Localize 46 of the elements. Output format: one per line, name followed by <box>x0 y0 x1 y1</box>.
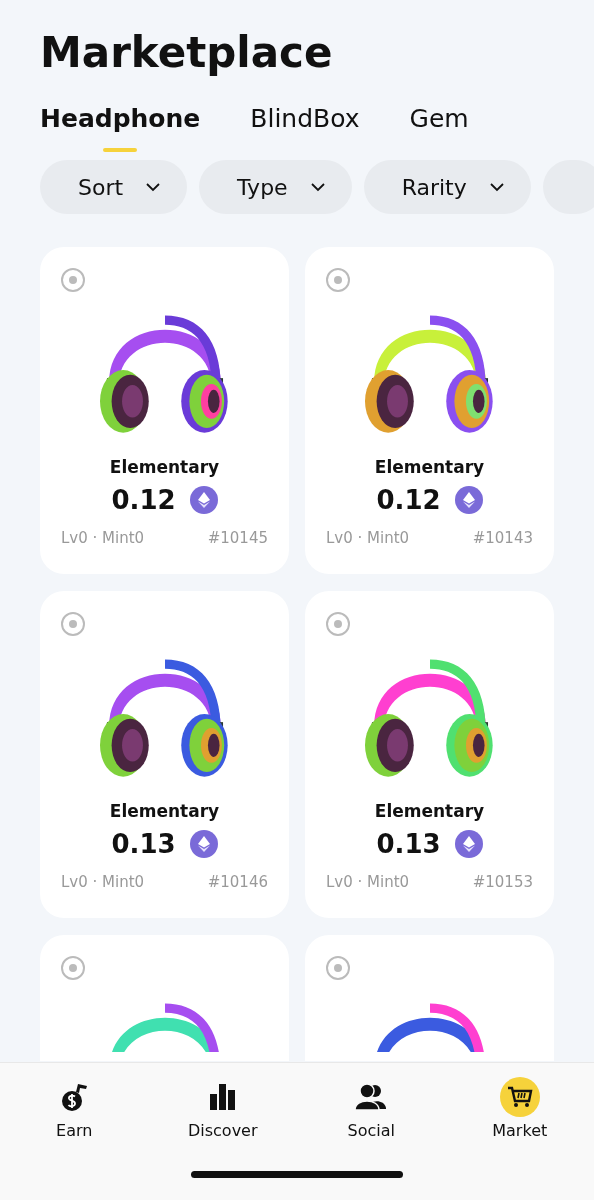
radio-icon[interactable] <box>61 612 85 636</box>
item-level: Lv0 · Mint0 <box>61 529 145 547</box>
radio-icon[interactable] <box>326 956 350 980</box>
item-number: #10143 <box>472 529 533 547</box>
radio-icon[interactable] <box>326 268 350 292</box>
coin-icon <box>189 830 218 858</box>
tab[interactable]: Headphone <box>40 100 201 152</box>
filter-dropdown[interactable]: Type <box>199 160 352 214</box>
tab[interactable]: Gem <box>409 100 469 152</box>
product-card[interactable]: Elementary 0.12 Lv0 · Mint0 #10145 <box>40 247 289 574</box>
product-card[interactable]: Elementary 0.12 Lv0 · Mint0 #10143 <box>305 247 554 574</box>
nav-tab[interactable]: Social <box>297 1077 446 1150</box>
product-card[interactable] <box>305 935 554 1061</box>
coin-icon <box>454 486 483 514</box>
chevron-down-icon <box>488 182 505 192</box>
nav-tab[interactable]: Market <box>445 1077 594 1150</box>
item-number: #10145 <box>207 529 268 547</box>
chevron-down-icon <box>145 182 162 192</box>
item-price: 0.12 <box>376 485 441 515</box>
page-title: Marketplace <box>40 28 333 78</box>
item-name: Elementary <box>109 801 220 821</box>
filter-dropdown[interactable]: Rarity <box>363 160 531 214</box>
item-number: #10146 <box>207 873 268 891</box>
item-price: 0.13 <box>376 829 441 859</box>
product-card[interactable]: Elementary 0.13 Lv0 · Mint0 #10153 <box>305 591 554 918</box>
tab[interactable]: BlindBox <box>250 100 360 152</box>
nav-tab[interactable]: Discover <box>148 1077 297 1150</box>
coin-icon <box>189 486 218 514</box>
item-level: Lv0 · Mint0 <box>326 529 410 547</box>
chevron-down-icon <box>309 182 326 192</box>
nav-tab[interactable]: Earn <box>0 1077 149 1150</box>
item-name: Elementary <box>374 457 485 477</box>
product-card[interactable]: Elementary 0.13 Lv0 · Mint0 #10146 <box>40 591 289 918</box>
coin-icon <box>454 830 483 858</box>
item-name: Elementary <box>109 457 220 477</box>
item-price: 0.13 <box>111 829 176 859</box>
item-level: Lv0 · Mint0 <box>326 873 410 891</box>
radio-icon[interactable] <box>61 956 85 980</box>
radio-icon[interactable] <box>61 268 85 292</box>
filter-dropdown[interactable]: Sort <box>40 160 188 214</box>
item-price: 0.12 <box>111 485 176 515</box>
item-name: Elementary <box>374 801 485 821</box>
item-level: Lv0 · Mint0 <box>61 873 145 891</box>
radio-icon[interactable] <box>326 612 350 636</box>
product-card[interactable] <box>40 935 289 1061</box>
item-number: #10153 <box>472 873 533 891</box>
